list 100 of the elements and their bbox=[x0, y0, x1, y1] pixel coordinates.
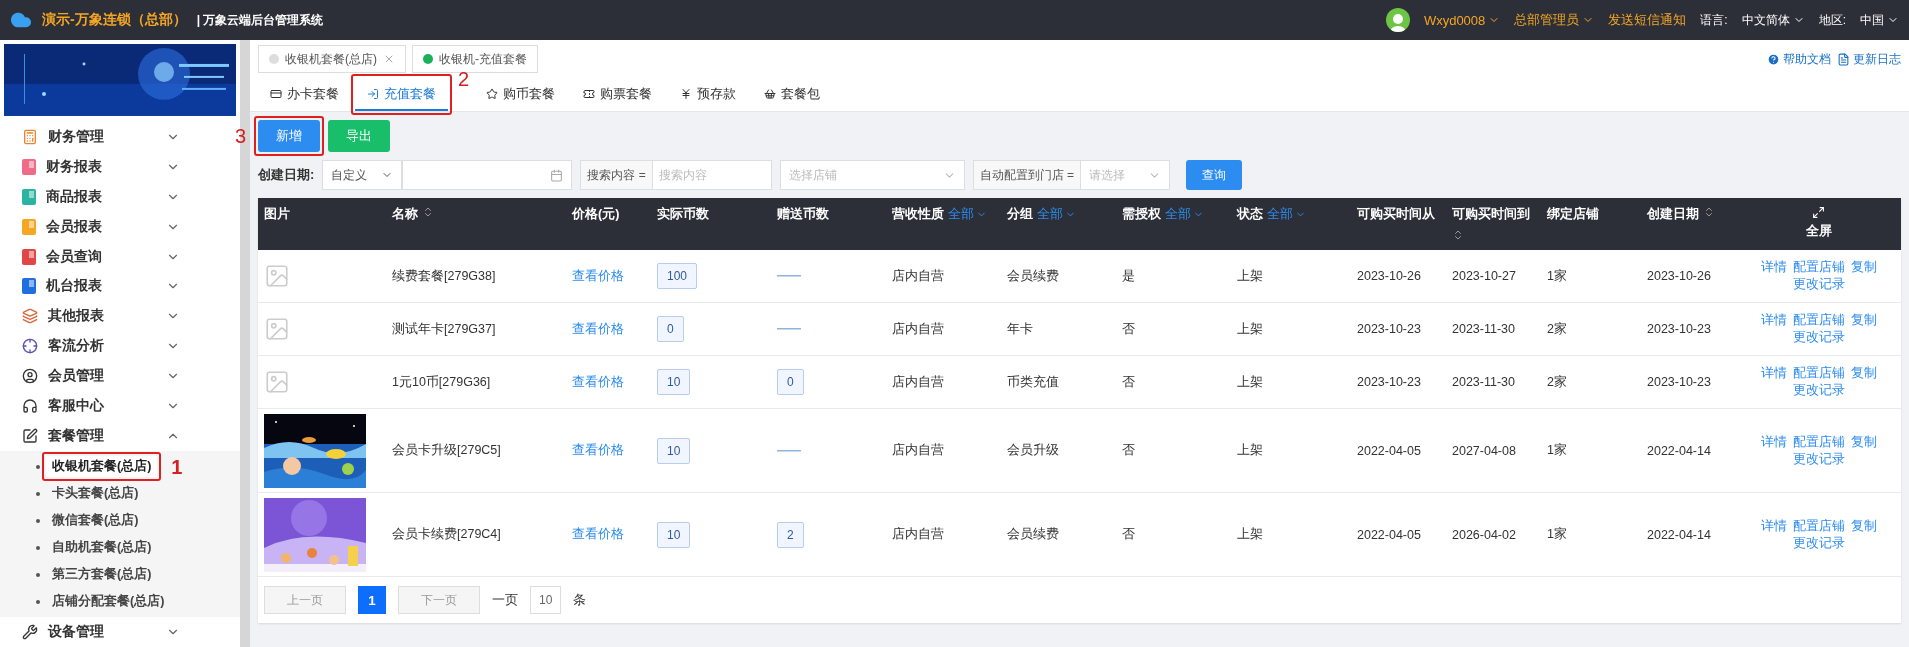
row-action-link[interactable]: 更改记录 bbox=[1792, 382, 1845, 399]
view-price-link[interactable]: 查看价格 bbox=[572, 320, 624, 338]
sidebar-item[interactable]: 会员报表 bbox=[0, 211, 240, 242]
language-menu[interactable]: 中文简体 bbox=[1741, 11, 1805, 29]
table-cell: 会员卡升级[279C5] bbox=[392, 442, 501, 459]
tab-status-dot bbox=[423, 54, 433, 64]
sidebar-item[interactable]: 商品报表 bbox=[0, 181, 240, 212]
row-action-link[interactable]: 复制 bbox=[1850, 365, 1877, 382]
row-action-link[interactable]: 复制 bbox=[1850, 517, 1877, 535]
row-action-link[interactable]: 配置店铺 bbox=[1792, 433, 1845, 451]
row-action-link[interactable]: 更改记录 bbox=[1792, 534, 1845, 552]
row-action-link[interactable]: 详情 bbox=[1760, 517, 1787, 535]
row-action-link[interactable]: 详情 bbox=[1760, 365, 1787, 382]
sort-icon[interactable] bbox=[1452, 228, 1464, 241]
table-cell: 2023-10-23 bbox=[1357, 322, 1421, 336]
fullscreen-button[interactable]: 全屏 bbox=[1736, 198, 1901, 250]
sidebar-item[interactable]: 会员管理 bbox=[0, 361, 240, 392]
table-cell: 2023-10-27 bbox=[1452, 269, 1516, 283]
page-size-unit: 条 bbox=[573, 591, 587, 609]
help-link[interactable]: 更新日志 bbox=[1837, 50, 1901, 68]
sub-tab[interactable]: 套餐包 bbox=[752, 78, 832, 111]
add-button[interactable]: 新增 bbox=[258, 120, 320, 152]
next-page-button[interactable]: 下一页 bbox=[398, 586, 480, 614]
sub-tab[interactable]: 办卡套餐 bbox=[258, 78, 351, 111]
row-action-link[interactable]: 复制 bbox=[1850, 312, 1877, 329]
page-size-field[interactable]: 10 bbox=[530, 586, 562, 614]
brand-title: 演示-万象连锁（总部） bbox=[42, 11, 187, 29]
column-filter[interactable]: 全部 bbox=[1165, 206, 1204, 223]
page-number[interactable]: 1 bbox=[358, 586, 386, 614]
date-mode-select[interactable]: 自定义 bbox=[322, 160, 403, 190]
row-action-link[interactable]: 详情 bbox=[1760, 259, 1787, 276]
view-price-link[interactable]: 查看价格 bbox=[572, 267, 624, 285]
sub-tab[interactable]: 购币套餐 bbox=[474, 78, 567, 111]
row-action-link[interactable]: 更改记录 bbox=[1792, 329, 1845, 346]
row-action-link[interactable]: 详情 bbox=[1760, 312, 1787, 329]
sidebar-item[interactable]: 会员查询 bbox=[0, 241, 240, 272]
wrench-icon bbox=[22, 624, 38, 641]
table-cell: 会员升级 bbox=[1007, 442, 1059, 459]
search-field[interactable]: 搜索内容 bbox=[651, 160, 772, 190]
sub-tab[interactable]: 充值套餐 bbox=[355, 78, 448, 111]
row-action-link[interactable]: 配置店铺 bbox=[1792, 365, 1845, 382]
sidebar-item[interactable]: 财务报表 bbox=[0, 151, 240, 182]
sms-notify-link[interactable]: 发送短信通知 bbox=[1608, 11, 1687, 29]
user-menu[interactable]: Wxyd0008 bbox=[1423, 12, 1501, 28]
table-cell: 1元10币[279G36] bbox=[392, 373, 491, 391]
sidebar-subitem[interactable]: 收银机套餐(总店) bbox=[46, 456, 158, 478]
sub-tab[interactable]: 预存款 bbox=[668, 78, 748, 111]
row-action-link[interactable]: 详情 bbox=[1760, 433, 1787, 451]
page-tab[interactable]: 收银机套餐(总店) bbox=[258, 45, 406, 73]
column-filter[interactable]: 全部 bbox=[948, 206, 987, 223]
help-icon bbox=[1767, 52, 1780, 66]
sidebar-item[interactable]: 客服中心 bbox=[0, 391, 240, 422]
sidebar-subitem[interactable]: 卡头套餐(总店) bbox=[46, 483, 145, 505]
table-cell: 否 bbox=[1122, 442, 1135, 459]
date-field[interactable] bbox=[402, 160, 573, 190]
sidebar-subitem[interactable]: 微信套餐(总店) bbox=[46, 510, 145, 532]
bullet-icon bbox=[36, 572, 40, 577]
row-action-link[interactable]: 复制 bbox=[1850, 259, 1877, 276]
help-link[interactable]: 帮助文档 bbox=[1767, 50, 1831, 68]
table-cell: 2022-04-14 bbox=[1647, 443, 1711, 458]
sidebar-item[interactable]: 套餐管理 bbox=[0, 421, 240, 452]
table-cell: 2022-04-05 bbox=[1357, 443, 1421, 458]
table-cell: 否 bbox=[1122, 526, 1135, 543]
row-action-link[interactable]: 配置店铺 bbox=[1792, 259, 1845, 276]
row-action-link[interactable]: 配置店铺 bbox=[1792, 312, 1845, 329]
region-menu[interactable]: 中国 bbox=[1860, 11, 1899, 29]
table-cell: 续费套餐[279G38] bbox=[392, 267, 496, 285]
query-button[interactable]: 查询 bbox=[1186, 160, 1243, 190]
avatar-icon[interactable] bbox=[1385, 8, 1410, 32]
sidebar-subitem[interactable]: 店铺分配套餐(总店) bbox=[46, 591, 171, 613]
sidebar-subitem[interactable]: 自助机套餐(总店) bbox=[46, 537, 158, 559]
view-price-link[interactable]: 查看价格 bbox=[572, 526, 624, 543]
column-header: 需授权 全部 bbox=[1116, 198, 1231, 250]
sidebar-item[interactable]: 设备管理 bbox=[0, 617, 240, 647]
table-cell: 1家 bbox=[1547, 526, 1567, 543]
view-price-link[interactable]: 查看价格 bbox=[572, 373, 624, 391]
row-action-link[interactable]: 配置店铺 bbox=[1792, 517, 1845, 535]
sidebar-subitem[interactable]: 第三方套餐(总店) bbox=[46, 564, 158, 586]
sidebar-item[interactable]: 客流分析 bbox=[0, 331, 240, 362]
sidebar-item[interactable]: 机台报表 bbox=[0, 271, 240, 302]
column-header: 名称 bbox=[386, 198, 566, 250]
table-cell: 店内自营 bbox=[892, 442, 944, 459]
edit-icon bbox=[22, 428, 38, 445]
sidebar-item[interactable]: 其他报表 bbox=[0, 301, 240, 332]
sort-icon[interactable] bbox=[1703, 206, 1715, 218]
column-filter[interactable]: 全部 bbox=[1037, 206, 1076, 223]
export-button[interactable]: 导出 bbox=[328, 120, 390, 152]
prev-page-button[interactable]: 上一页 bbox=[264, 586, 346, 614]
row-action-link[interactable]: 复制 bbox=[1850, 433, 1877, 451]
column-filter[interactable]: 全部 bbox=[1267, 206, 1306, 223]
page-tab[interactable]: 收银机-充值套餐 bbox=[412, 45, 538, 73]
page-size-label: 一页 bbox=[492, 591, 518, 609]
role-menu[interactable]: 总部管理员 bbox=[1514, 11, 1595, 29]
sub-tab[interactable]: 购票套餐 bbox=[571, 78, 664, 111]
sort-icon[interactable] bbox=[422, 206, 434, 218]
table-cell: 2022-04-05 bbox=[1357, 527, 1421, 542]
row-action-link[interactable]: 更改记录 bbox=[1792, 450, 1845, 468]
view-price-link[interactable]: 查看价格 bbox=[572, 442, 624, 459]
row-action-link[interactable]: 更改记录 bbox=[1792, 276, 1845, 293]
table-cell: 店内自营 bbox=[892, 373, 944, 391]
